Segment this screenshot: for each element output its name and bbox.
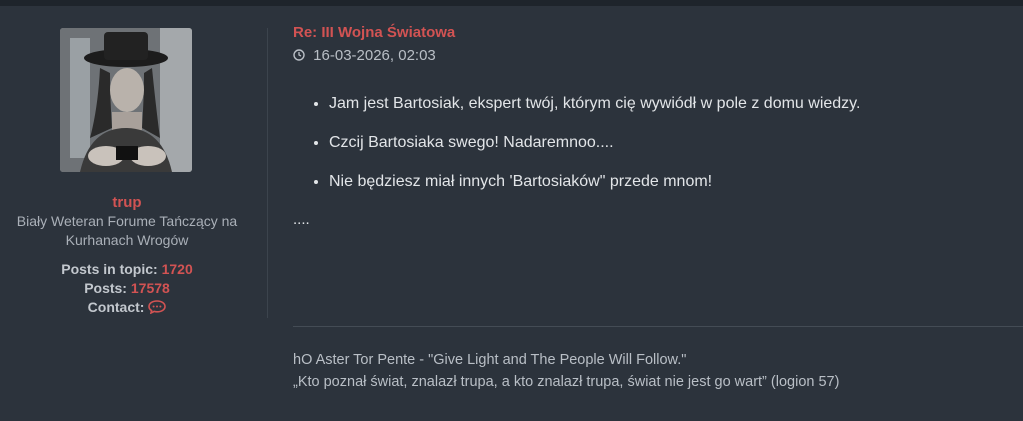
- speech-bubble-icon[interactable]: [148, 300, 167, 315]
- username[interactable]: trup: [0, 194, 254, 211]
- post-content: Jam jest Bartosiak, ekspert twój, którym…: [293, 94, 1023, 228]
- signature-line-2: „Kto poznał świat, znalazł trupa, a kto …: [293, 374, 840, 390]
- post-trailing-text: ....: [293, 211, 310, 228]
- post-bullet-list: Jam jest Bartosiak, ekspert twój, którym…: [293, 94, 1023, 191]
- post-date-text: 16-03-2026, 02:03: [313, 47, 436, 64]
- list-item: Czcij Bartosiaka swego! Nadaremnoo....: [329, 133, 1023, 152]
- posts-row: Posts: 17578: [0, 279, 254, 298]
- contact-row: Contact:: [0, 298, 254, 317]
- posts-label: Posts:: [84, 280, 127, 296]
- post-body: Re: III Wojna Światowa 16-03-2026, 02:03…: [293, 24, 1023, 228]
- posts-in-topic-row: Posts in topic: 1720: [0, 260, 254, 279]
- vertical-divider: [267, 28, 268, 318]
- avatar[interactable]: [60, 28, 192, 172]
- post-title[interactable]: Re: III Wojna Światowa: [293, 24, 1023, 41]
- top-bar: [0, 0, 1023, 6]
- post-date[interactable]: 16-03-2026, 02:03: [293, 47, 1023, 64]
- signature-line-1: hO Aster Tor Pente - "Give Light and The…: [293, 352, 687, 368]
- contact-label: Contact:: [87, 299, 145, 315]
- signature: hO Aster Tor Pente - "Give Light and The…: [293, 349, 839, 393]
- signature-divider: [293, 326, 1023, 327]
- user-stats: Posts in topic: 1720 Posts: 17578 Contac…: [0, 260, 254, 317]
- posts-count[interactable]: 17578: [131, 280, 170, 296]
- posts-in-topic-count[interactable]: 1720: [162, 261, 193, 277]
- list-item: Nie będziesz miał innych 'Bartosiaków" p…: [329, 172, 1023, 191]
- author-profile: trup Biały Weteran Forume Tańczący na Ku…: [0, 28, 254, 317]
- posts-in-topic-label: Posts in topic:: [61, 261, 158, 277]
- clock-icon: [293, 48, 305, 61]
- list-item: Jam jest Bartosiak, ekspert twój, którym…: [329, 94, 1023, 113]
- user-rank: Biały Weteran Forume Tańczący na Kurhana…: [16, 213, 238, 248]
